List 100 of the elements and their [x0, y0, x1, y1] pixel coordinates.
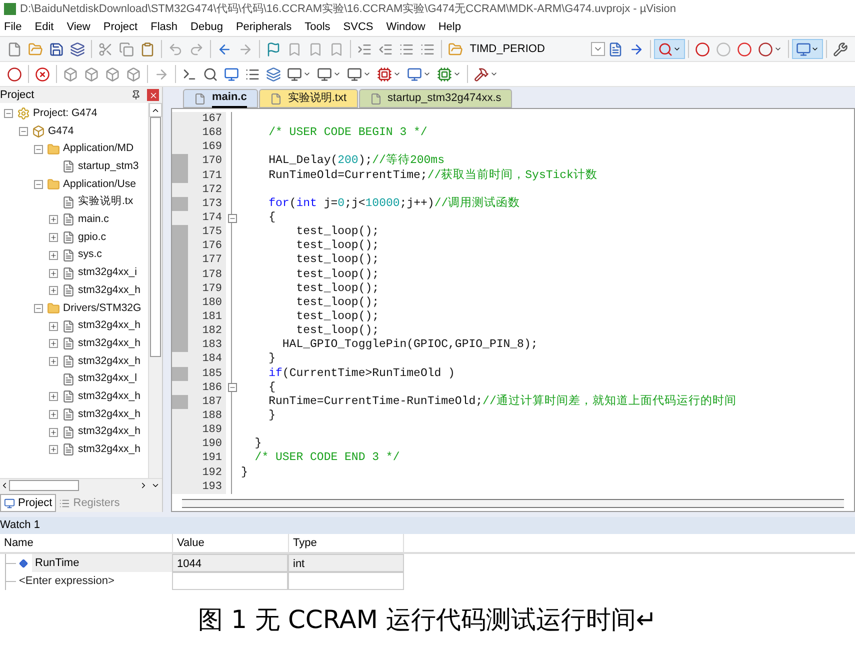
- flag-icon[interactable]: [266, 42, 281, 56]
- tree-item[interactable]: stm32g4xx_h: [78, 318, 140, 334]
- tree-item[interactable]: Application/Use: [63, 176, 136, 192]
- open-folder-icon[interactable]: [28, 42, 43, 56]
- caret-icon[interactable]: [363, 70, 371, 78]
- tree-item[interactable]: Drivers/STM32G: [63, 300, 142, 316]
- panel-tab[interactable]: Project: [0, 494, 56, 512]
- caret-icon[interactable]: [453, 70, 461, 78]
- caret-icon[interactable]: [333, 70, 341, 78]
- menu-item[interactable]: Tools: [304, 18, 330, 36]
- code-editor[interactable]: [171, 108, 855, 512]
- file-icon: [62, 266, 75, 280]
- menu-item[interactable]: Window: [386, 18, 426, 36]
- file-icon[interactable]: [194, 92, 206, 104]
- undo-icon[interactable]: [168, 42, 183, 56]
- cut-icon[interactable]: [98, 42, 113, 56]
- menu-item[interactable]: Edit: [34, 18, 54, 36]
- menu-item[interactable]: File: [4, 18, 22, 36]
- vertical-scrollbar[interactable]: [148, 103, 162, 478]
- menu-item[interactable]: SVCS: [343, 18, 374, 36]
- window-layout-button[interactable]: [792, 39, 823, 59]
- bookmark-icon[interactable]: [308, 42, 323, 56]
- caret-icon[interactable]: [423, 70, 431, 78]
- scroll-down-icon[interactable]: [150, 481, 160, 490]
- list-icon[interactable]: [59, 498, 70, 508]
- window-icon[interactable]: [796, 42, 811, 56]
- tree-item[interactable]: gpio.c: [78, 230, 106, 246]
- file-icon[interactable]: [270, 92, 282, 104]
- bookmark-icon[interactable]: [286, 42, 302, 56]
- copy-icon[interactable]: [118, 42, 134, 56]
- forward-arrow-icon[interactable]: [238, 42, 253, 56]
- menu-item[interactable]: Flash: [150, 18, 178, 36]
- scroll-left-icon[interactable]: [0, 481, 9, 490]
- tree-item[interactable]: stm32g4xx_h: [78, 388, 140, 405]
- command-window-icon[interactable]: [182, 66, 197, 82]
- tree-item[interactable]: 实验说明.tx: [78, 194, 134, 210]
- line-number: 170: [188, 154, 226, 169]
- indent-icon[interactable]: [356, 42, 372, 56]
- stop-icon[interactable]: [35, 66, 50, 82]
- caret-icon[interactable]: [303, 70, 311, 78]
- caret-icon[interactable]: [673, 45, 682, 53]
- redo-icon[interactable]: [188, 42, 204, 56]
- tree-item[interactable]: Application/MD: [63, 141, 134, 158]
- menu-item[interactable]: Project: [103, 18, 138, 36]
- tree-item[interactable]: G474: [48, 124, 74, 140]
- code-line: test_loop();: [295, 225, 380, 240]
- column-header[interactable]: Name: [0, 534, 172, 552]
- file-icon: [62, 426, 75, 439]
- tree-item[interactable]: stm32g4xx_h: [78, 336, 140, 352]
- tree-item[interactable]: stm32g4xx_h: [78, 442, 140, 458]
- outdent-icon[interactable]: [378, 42, 393, 56]
- arrow-right-icon[interactable]: [154, 66, 169, 82]
- line-number: 191: [188, 451, 226, 466]
- bookmark-icon[interactable]: [328, 42, 344, 56]
- tree-item[interactable]: sys.c: [78, 247, 102, 264]
- tree-item[interactable]: stm32g4xx_h: [78, 354, 140, 370]
- horizontal-scrollbar[interactable]: [0, 478, 162, 492]
- editor-tab[interactable]: 实验说明.txt: [258, 89, 358, 108]
- watch-value[interactable]: 1044: [172, 554, 288, 572]
- tree-item[interactable]: stm32g4xx_h: [78, 406, 140, 422]
- caret-icon[interactable]: [810, 45, 819, 53]
- editor-tab[interactable]: main.c: [183, 89, 258, 108]
- window-icon[interactable]: [4, 498, 15, 508]
- caret-icon[interactable]: [774, 45, 782, 53]
- column-header[interactable]: Value: [172, 534, 288, 552]
- scroll-right-icon[interactable]: [139, 481, 148, 490]
- column-header[interactable]: Type: [288, 534, 404, 552]
- code-line: test_loop();: [295, 268, 380, 282]
- tree-item[interactable]: stm32g4xx_h: [78, 282, 140, 299]
- save-icon[interactable]: [49, 42, 64, 56]
- wrench-icon[interactable]: [832, 42, 848, 56]
- caret-icon[interactable]: [393, 70, 401, 78]
- tree-item[interactable]: stm32g4xx_h: [78, 424, 140, 440]
- editor-tab[interactable]: startup_stm32g474xx.s: [358, 89, 512, 108]
- tree-item[interactable]: stm32g4xx_i: [78, 265, 137, 281]
- new-file-icon[interactable]: [7, 42, 22, 56]
- breakpoint-icon[interactable]: [695, 42, 710, 56]
- tree-item[interactable]: startup_stm3: [78, 159, 139, 175]
- line-number: 171: [188, 168, 226, 183]
- menu-item[interactable]: View: [66, 18, 90, 36]
- paste-icon[interactable]: [140, 42, 155, 56]
- menu-item[interactable]: Help: [438, 18, 461, 36]
- debug-session-button[interactable]: [654, 39, 686, 59]
- expression-input[interactable]: <Enter expression>: [19, 572, 114, 590]
- editor-splitter[interactable]: [182, 499, 844, 508]
- file-icon[interactable]: [370, 92, 382, 104]
- menu-item[interactable]: Debug: [190, 18, 223, 36]
- search-icon[interactable]: [658, 42, 674, 56]
- folder-icon: [47, 302, 60, 315]
- code-line: }: [268, 409, 276, 424]
- caret-icon[interactable]: [490, 70, 498, 78]
- tree-item[interactable]: Project: G474: [33, 106, 98, 122]
- menu-item[interactable]: Peripherals: [236, 18, 292, 36]
- line-number: 179: [188, 282, 226, 296]
- pin-icon[interactable]: [131, 90, 141, 100]
- tree-item[interactable]: stm32g4xx_l: [78, 371, 137, 388]
- line-number: 193: [188, 480, 226, 494]
- code-line: test_loop();: [295, 324, 380, 338]
- line-number: 185: [188, 366, 226, 381]
- tree-item[interactable]: main.c: [78, 212, 109, 228]
